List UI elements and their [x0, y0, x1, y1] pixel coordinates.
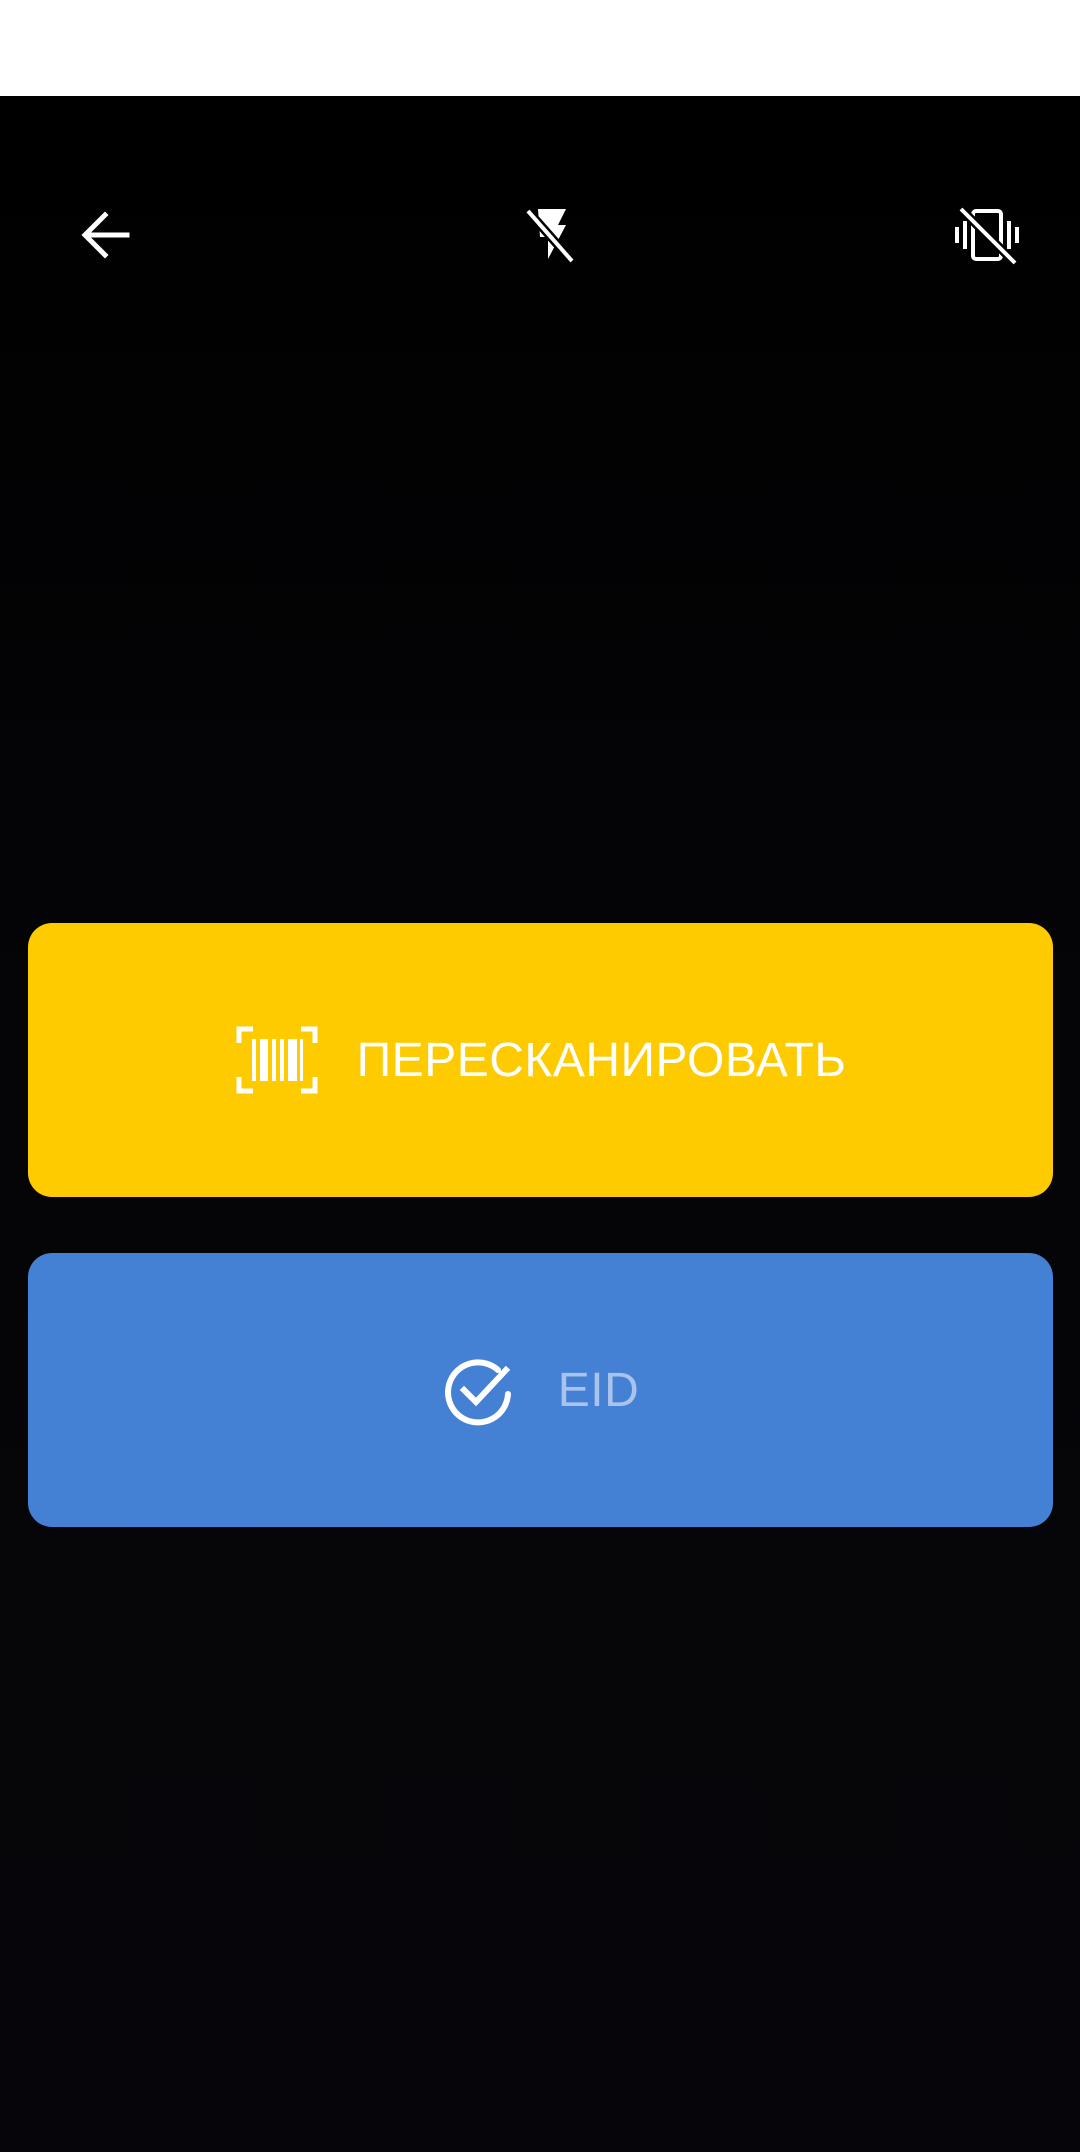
arrow-left-icon — [81, 211, 130, 259]
flash-off-icon — [524, 208, 576, 264]
eid-button-label: EID — [557, 1363, 640, 1417]
barcode-scan-icon — [235, 1025, 319, 1095]
status-bar-area — [0, 0, 1080, 96]
eid-button[interactable]: EID — [28, 1253, 1053, 1527]
rescan-button[interactable]: ПЕРЕСКАНИРОВАТЬ — [28, 923, 1053, 1197]
rescan-button-label: ПЕРЕСКАНИРОВАТЬ — [356, 1033, 847, 1087]
vibration-toggle-button[interactable] — [937, 185, 1037, 285]
flash-toggle-button[interactable] — [500, 185, 600, 285]
check-circle-icon — [442, 1354, 514, 1426]
back-button[interactable] — [55, 185, 155, 285]
vibrate-off-icon — [955, 205, 1019, 265]
